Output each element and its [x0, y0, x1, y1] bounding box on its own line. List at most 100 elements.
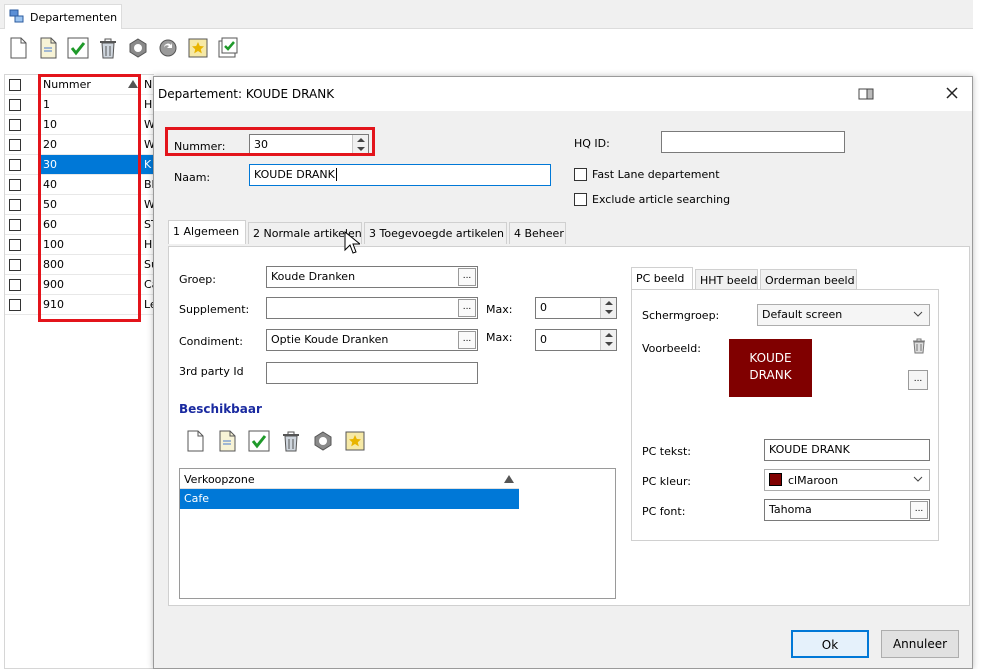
list-item[interactable]: 50 W	[5, 195, 155, 215]
list-item[interactable]: 10 W	[5, 115, 155, 135]
check-list-icon[interactable]	[216, 36, 240, 60]
refresh-shield-icon[interactable]	[311, 429, 335, 453]
list-item[interactable]: 60ST	[5, 215, 155, 235]
row-checkbox[interactable]	[9, 239, 21, 251]
groep-field[interactable]: Koude Dranken ...	[266, 266, 478, 288]
trash-icon[interactable]	[912, 338, 926, 357]
supplement-max-label: Max:	[486, 303, 513, 316]
hq-id-input[interactable]	[661, 131, 845, 153]
row-number: 20	[43, 138, 57, 151]
list-item[interactable]: 20 W	[5, 135, 155, 155]
groep-browse-icon[interactable]: ...	[458, 268, 476, 286]
row-checkbox[interactable]	[9, 199, 21, 211]
row-checkbox[interactable]	[9, 139, 21, 151]
row-number: 910	[43, 298, 64, 311]
pc-font-field[interactable]: Tahoma ...	[764, 499, 930, 521]
row-checkbox[interactable]	[9, 119, 21, 131]
condiment-max-label: Max:	[486, 331, 513, 344]
row-number: 100	[43, 238, 64, 251]
fast-lane-checkbox[interactable]	[574, 168, 587, 181]
condiment-max-spin-icon[interactable]	[600, 330, 616, 350]
favorite-icon[interactable]	[343, 429, 367, 453]
row-checkbox[interactable]	[9, 219, 21, 231]
voorbeeld-label: Voorbeeld:	[642, 342, 701, 355]
exclude-article-label: Exclude article searching	[592, 193, 731, 206]
tab-beheer[interactable]: 4 Beheer	[509, 222, 566, 244]
supplement-browse-icon[interactable]: ...	[458, 299, 476, 317]
pc-tekst-input[interactable]: KOUDE DRANK	[764, 439, 930, 461]
refresh-shield-icon[interactable]	[126, 36, 150, 60]
list-item[interactable]: 30 K	[5, 155, 155, 175]
schermgroep-select[interactable]: Default screen	[757, 304, 930, 326]
column-header-nummer[interactable]: Nummer	[43, 78, 91, 91]
tab-algemeen[interactable]: 1 Algemeen	[168, 220, 246, 244]
new-icon[interactable]	[183, 429, 207, 453]
sync-icon[interactable]	[156, 36, 180, 60]
naam-input[interactable]: KOUDE DRANK	[249, 164, 551, 186]
list-item[interactable]: 900Ca	[5, 275, 155, 295]
delete-icon[interactable]	[279, 429, 303, 453]
supplement-field[interactable]: ...	[266, 297, 478, 319]
list-item[interactable]: 910Le	[5, 295, 155, 315]
exclude-article-checkbox[interactable]	[574, 193, 587, 206]
edit-icon[interactable]	[215, 429, 239, 453]
dock-icon[interactable]	[858, 88, 874, 103]
select-all-checkbox[interactable]	[9, 79, 21, 91]
confirm-icon[interactable]	[247, 429, 271, 453]
tab-pc-beeld[interactable]: PC beeld	[631, 267, 693, 289]
pc-tekst-value: KOUDE DRANK	[769, 443, 850, 456]
schermgroep-value: Default screen	[762, 308, 843, 321]
preview-browse-icon[interactable]: ...	[908, 370, 928, 390]
row-checkbox[interactable]	[9, 159, 21, 171]
supplement-label: Supplement:	[179, 303, 250, 316]
list-item[interactable]: 1H	[5, 95, 155, 115]
row-number: 800	[43, 258, 64, 271]
preview-tile: KOUDE DRANK	[729, 339, 812, 397]
tab-hht-beeld[interactable]: HHT beeld	[695, 269, 758, 289]
list-item[interactable]: 40 Bl	[5, 175, 155, 195]
third-party-input[interactable]	[266, 362, 478, 384]
sort-ascending-icon	[128, 80, 138, 88]
edit-icon[interactable]	[36, 36, 60, 60]
nummer-stepper[interactable]: 30	[249, 134, 369, 156]
pc-kleur-label: PC kleur:	[642, 475, 692, 488]
nummer-spin-icon[interactable]	[352, 135, 368, 155]
confirm-icon[interactable]	[66, 36, 90, 60]
selection-highlight	[41, 155, 155, 174]
preview-line2: DRANK	[749, 368, 792, 382]
beschikbaar-toolbar	[183, 429, 393, 455]
favorite-icon[interactable]	[186, 36, 210, 60]
new-icon[interactable]	[6, 36, 30, 60]
fast-lane-label: Fast Lane departement	[592, 168, 720, 181]
row-checkbox[interactable]	[9, 259, 21, 271]
pc-kleur-select[interactable]: clMaroon	[764, 469, 930, 491]
ok-button[interactable]: Ok	[791, 630, 869, 658]
row-number: 50	[43, 198, 57, 211]
verkoopzone-header[interactable]: Verkoopzone	[180, 469, 519, 489]
row-checkbox[interactable]	[9, 99, 21, 111]
naam-label: Naam:	[174, 171, 211, 184]
row-checkbox[interactable]	[9, 179, 21, 191]
pc-font-browse-icon[interactable]: ...	[910, 501, 928, 519]
delete-icon[interactable]	[96, 36, 120, 60]
close-icon[interactable]	[944, 85, 960, 104]
tab-orderman-beeld[interactable]: Orderman beeld	[760, 269, 857, 289]
row-checkbox[interactable]	[9, 279, 21, 291]
mouse-cursor-icon	[344, 230, 362, 258]
condiment-browse-icon[interactable]: ...	[458, 331, 476, 349]
list-item[interactable]: 100 H	[5, 235, 155, 255]
supplement-max-spin-icon[interactable]	[600, 298, 616, 318]
condiment-max-stepper[interactable]: 0	[535, 329, 617, 351]
list-item[interactable]: 800Su	[5, 255, 155, 275]
supplement-max-stepper[interactable]: 0	[535, 297, 617, 319]
condiment-max-value: 0	[540, 333, 547, 346]
hq-id-label: HQ ID:	[574, 137, 610, 150]
condiment-field[interactable]: Optie Koude Dranken ...	[266, 329, 478, 351]
cancel-button[interactable]: Annuleer	[881, 630, 959, 658]
tab-toegevoegde-artikelen[interactable]: 3 Toegevoegde artikelen	[364, 222, 507, 244]
dialog-titlebar: Departement: KOUDE DRANK	[154, 77, 972, 111]
row-checkbox[interactable]	[9, 299, 21, 311]
tab-departementen[interactable]: Departementen	[4, 4, 122, 29]
verkoopzone-row[interactable]: Cafe	[180, 489, 519, 509]
groep-label: Groep:	[179, 273, 216, 286]
